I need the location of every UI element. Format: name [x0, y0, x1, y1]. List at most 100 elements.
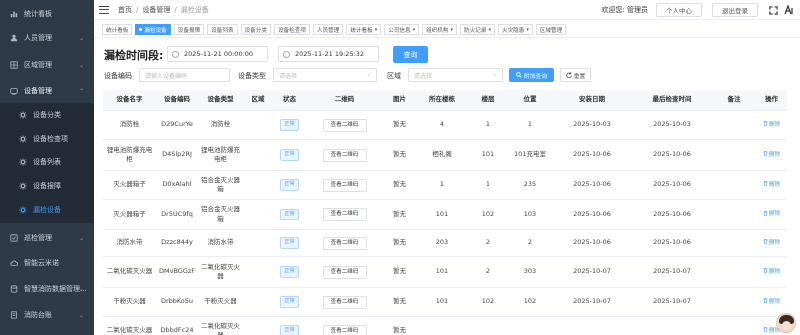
- tab-label: 设备报障: [177, 27, 201, 34]
- sidebar-item-6[interactable]: 设备列表: [0, 150, 94, 174]
- cell-qr: 查看二维码: [306, 171, 383, 199]
- tab-1[interactable]: 漏检设备: [135, 24, 171, 35]
- delete-button[interactable]: 删除: [763, 151, 780, 159]
- tab-9[interactable]: 组织机构 ▾: [422, 24, 458, 35]
- delete-button[interactable]: 删除: [763, 298, 780, 306]
- tab-2[interactable]: 设备报障: [173, 24, 205, 35]
- end-time-input[interactable]: 2025-11-21 19:25:32: [278, 46, 379, 62]
- ledger-icon: [9, 311, 18, 320]
- sidebar-item-label: 人员管理: [24, 34, 52, 42]
- cell-type: 铝合金灭火器箱: [201, 175, 240, 193]
- tab-3[interactable]: 设备列表: [207, 24, 238, 35]
- view-qr-button[interactable]: 查看二维码: [322, 178, 367, 192]
- table-row: 灭火器箱子 D0xAlahl 铝合金灭火器箱 正常 查看二维码 暂无 1 1 235 2025-1…: [103, 171, 787, 200]
- tab-8[interactable]: 公司信息 ▾: [384, 24, 420, 35]
- breadcrumb-level1[interactable]: 设备管理: [142, 5, 170, 15]
- table-row: 灭火器箱子 Dr5UC9fq 铝合金灭火器箱 正常 查看二维码 暂无 101 102 103 20…: [103, 200, 787, 230]
- tab-label: 统计看板: [106, 27, 129, 34]
- cell-building: 101: [435, 297, 449, 306]
- cell-image: 暂无: [393, 180, 406, 189]
- view-qr-button[interactable]: 查看二维码: [322, 295, 367, 309]
- status-badge: 正常: [280, 208, 299, 221]
- area-select[interactable]: 请选择 ⌄: [408, 68, 503, 82]
- breadcrumb-home[interactable]: 首页: [118, 5, 132, 15]
- breadcrumb: 首页 / 设备管理 / 漏检设备: [118, 5, 209, 15]
- time-range-label: 漏检时间段:: [104, 49, 164, 62]
- menu-toggle-icon[interactable]: [99, 5, 109, 15]
- device-icon: [9, 87, 18, 96]
- view-qr-button[interactable]: 查看二维码: [322, 236, 367, 250]
- sidebar-item-3[interactable]: 设备管理 ⌃: [0, 77, 94, 105]
- delete-button[interactable]: 删除: [763, 121, 780, 129]
- sidebar-item-8[interactable]: 漏检设备: [0, 197, 94, 223]
- chevron-down-icon: ▾: [526, 26, 529, 33]
- tab-7[interactable]: 统计看板 ▾: [346, 24, 382, 35]
- sidebar-item-4[interactable]: 设备分类: [0, 103, 94, 127]
- chevron-down-icon: ⌄: [492, 72, 497, 78]
- sidebar-item-2[interactable]: 区域管理 ⌄: [0, 51, 94, 79]
- sidebar-item-12[interactable]: 消防台账 ⌄: [0, 301, 94, 329]
- cell-remark: [712, 288, 756, 316]
- cell-area: [243, 111, 273, 139]
- fullscreen-icon[interactable]: [768, 5, 778, 15]
- cell-status: 正常: [273, 200, 306, 229]
- view-qr-button[interactable]: 查看二维码: [322, 324, 367, 335]
- sidebar-item-9[interactable]: 巡检管理 ⌄: [0, 224, 94, 252]
- tab-0[interactable]: 统计看板: [102, 24, 133, 35]
- cell-last_check: 2025-10-07: [653, 297, 691, 306]
- view-qr-button[interactable]: 查看二维码: [322, 118, 367, 132]
- cell-area: [243, 140, 273, 170]
- profile-button[interactable]: 个人中心: [656, 3, 702, 17]
- advanced-query-button[interactable]: 附加查询: [509, 68, 554, 82]
- tab-6[interactable]: 人员管理: [312, 24, 344, 35]
- sidebar-item-10[interactable]: 智能云米诺: [0, 249, 94, 277]
- device-type-select[interactable]: 请选择 ⌄: [273, 68, 377, 82]
- delete-label: 删除: [768, 268, 781, 275]
- view-qr-button[interactable]: 查看二维码: [322, 265, 367, 279]
- sidebar-item-label: 设备管理: [24, 87, 52, 95]
- column-header: 设备编码: [164, 95, 190, 104]
- username: 管理员: [627, 6, 648, 14]
- sidebar-item-7[interactable]: 设备报障: [0, 174, 94, 198]
- font-size-icon[interactable]: [784, 5, 794, 15]
- delete-button[interactable]: 删除: [763, 181, 780, 189]
- cell-install: 2025-10-03: [573, 120, 611, 129]
- view-qr-button[interactable]: 查看二维码: [322, 148, 367, 162]
- cell-floor: 1: [485, 120, 491, 129]
- tab-10[interactable]: 防火记录 ▾: [460, 24, 495, 35]
- sidebar-item-label: 巡检管理: [24, 234, 52, 242]
- tab-label: 设备分类: [244, 27, 267, 34]
- cell-qr: 查看二维码: [306, 200, 383, 229]
- view-qr-button[interactable]: 查看二维码: [322, 208, 367, 221]
- gear-icon: [18, 206, 27, 215]
- avatar[interactable]: [776, 313, 796, 333]
- tab-5[interactable]: 设备检查项: [273, 24, 310, 35]
- sidebar: 统计看板 人员管理 ⌄ 区域管理 ⌄ 设备管理 ⌃ 设备分类 设备检查项 设备列表 设备报障 漏检设备…: [0, 0, 94, 335]
- device-code-input[interactable]: 请输入设备编码: [139, 68, 230, 82]
- table-row: 干粉灭火器 DrbbKo5u 干粉灭火器 正常 查看二维码 暂无 101 102 102 2025…: [103, 288, 787, 317]
- cell-building: 101: [435, 267, 449, 276]
- sidebar-item-5[interactable]: 设备检查项: [0, 127, 94, 151]
- tab-4[interactable]: 设备分类: [240, 24, 271, 35]
- logout-button[interactable]: 退出登录: [712, 3, 758, 17]
- tab-12[interactable]: 区域管理: [535, 24, 567, 35]
- delete-button[interactable]: 删除: [763, 239, 780, 247]
- clock-icon: [283, 50, 290, 58]
- cell-name: 二氧化碳灭火器: [106, 267, 153, 276]
- cloud-icon: [9, 259, 18, 268]
- sidebar-item-11[interactable]: 智慧消防数据管理... ⌄: [0, 275, 94, 303]
- query-button[interactable]: 查询: [393, 46, 428, 63]
- sidebar-item-label: 区域管理: [24, 61, 52, 69]
- cell-building: 1: [439, 180, 445, 189]
- delete-button[interactable]: 删除: [763, 268, 780, 276]
- sidebar-item-1[interactable]: 人员管理 ⌄: [0, 24, 94, 52]
- cell-name: 锂电池防爆充电柜: [106, 145, 153, 163]
- gear-icon: [18, 158, 27, 167]
- start-time-input[interactable]: 2025-11-21 00:00:00: [167, 46, 268, 62]
- cell-floor: 2: [485, 238, 491, 247]
- reset-button[interactable]: 重置: [560, 68, 591, 82]
- cell-remark: [712, 257, 756, 287]
- delete-button[interactable]: 删除: [763, 210, 780, 218]
- status-badge: 正常: [280, 266, 299, 278]
- tab-11[interactable]: 火灾隐患 ▾: [497, 24, 533, 35]
